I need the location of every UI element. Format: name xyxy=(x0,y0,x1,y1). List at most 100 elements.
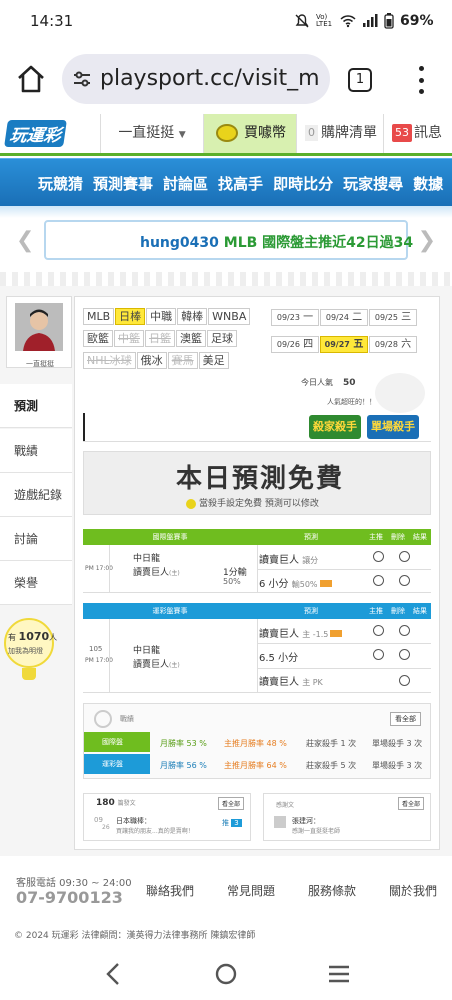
prediction-panel: MLB 日棒 中職 韓棒 WNBA 歐籃 中籃 日籃 澳籃 足球 NHL冰球 俄冰 賽馬 美足 09/23… xyxy=(74,296,440,850)
follower-count: 1070 xyxy=(18,630,50,643)
main-pick-radio[interactable] xyxy=(373,551,384,562)
ticker-prev-icon[interactable]: ❮ xyxy=(16,228,34,253)
footer-link-faq[interactable]: 常見問題 xyxy=(227,882,275,899)
site-settings-icon[interactable] xyxy=(72,69,92,89)
league-tag[interactable]: 美足 xyxy=(198,352,229,369)
recents-icon[interactable] xyxy=(328,964,350,984)
service-phone[interactable]: 07-9700123 xyxy=(16,888,123,907)
league-tag[interactable]: 澳籃 xyxy=(176,330,206,347)
view-all-button[interactable]: 看全部 xyxy=(398,797,425,810)
nav-item-predict[interactable]: 預測賽事 xyxy=(93,173,153,194)
home-icon[interactable] xyxy=(14,62,48,96)
status-icons: Vo) LTE1 69% xyxy=(294,13,434,29)
league-tag[interactable]: 俄冰 xyxy=(136,352,167,369)
delete-radio[interactable] xyxy=(399,675,410,686)
sidebar-item-honor[interactable]: 榮譽 xyxy=(0,561,72,605)
main-pick-radio[interactable] xyxy=(373,575,384,586)
league-tag[interactable]: 韓棒 xyxy=(177,308,208,325)
stats-cell: 單場殺手 3 次 xyxy=(372,739,423,748)
user-dropdown-label: 一直挺挺 xyxy=(118,125,175,141)
delete-radio[interactable] xyxy=(399,649,410,660)
league-tag[interactable]: 歐籃 xyxy=(83,330,113,347)
date-tab[interactable]: 09/26 四 xyxy=(271,336,319,353)
buy-coins-button[interactable]: 買噱幣 xyxy=(204,114,296,153)
league-tag[interactable]: 日棒 xyxy=(115,308,146,325)
target-icon xyxy=(94,710,112,728)
cart-button[interactable]: 0 購牌清單 xyxy=(296,114,384,153)
league-tag: 賽馬 xyxy=(167,352,198,369)
date-value: 09/24 xyxy=(325,313,349,322)
main-pick-radio[interactable] xyxy=(373,625,384,636)
col-header: 主推 xyxy=(369,607,383,615)
delete-radio[interactable] xyxy=(399,625,410,636)
stats-cell: 月勝率 56 % xyxy=(160,761,207,770)
browser-menu-icon[interactable] xyxy=(414,66,428,94)
league-tag[interactable]: MLB xyxy=(83,308,115,325)
view-all-button[interactable]: 看全部 xyxy=(390,712,421,726)
home-nav-icon[interactable] xyxy=(214,962,238,986)
weekday: 六 xyxy=(401,339,412,350)
stats-cell: 莊家殺手 5 次 xyxy=(306,761,357,770)
coin-icon xyxy=(216,124,238,142)
footer-link-terms[interactable]: 服務條款 xyxy=(308,882,356,899)
main-pick-radio[interactable] xyxy=(373,649,384,660)
league-tag[interactable]: 足球 xyxy=(207,330,237,347)
battery-icon xyxy=(384,13,394,29)
nav-item-player-search[interactable]: 玩家搜尋 xyxy=(343,173,403,194)
col-header: 刪除 xyxy=(391,607,405,615)
sidebar-item-predict[interactable]: 預測 xyxy=(0,384,72,428)
back-icon[interactable] xyxy=(104,962,122,986)
date-tab[interactable]: 09/23 一 xyxy=(271,309,319,326)
ticker-banner[interactable]: hung0430 MLB 國際盤主推近42日過34 xyxy=(44,220,413,260)
col-header: 主推 xyxy=(369,533,383,541)
date-value: 09/25 xyxy=(374,313,398,322)
delete-radio[interactable] xyxy=(399,575,410,586)
url-bar[interactable]: playsport.cc/visit_m xyxy=(62,54,330,104)
date-tab[interactable]: 09/28 六 xyxy=(369,336,417,353)
date-tab[interactable]: 09/24 二 xyxy=(320,309,368,326)
messages-button[interactable]: 53 訊息 xyxy=(384,114,452,153)
sidebar-item-game-log[interactable]: 遊戲紀錄 xyxy=(0,473,72,517)
follow-lamp[interactable]: 有 1070人 加我為明燈 xyxy=(4,618,57,688)
divider xyxy=(83,441,431,442)
col-header: 國際盤賽事 xyxy=(152,533,188,541)
nav-item-game[interactable]: 玩競猜 xyxy=(38,173,83,194)
ticker-next-icon[interactable]: ❯ xyxy=(418,228,436,253)
ticker-user[interactable]: hung0430 xyxy=(140,235,219,251)
post-title[interactable]: 日本職棒： xyxy=(116,816,151,826)
buy-coins-label: 買噱幣 xyxy=(244,125,286,141)
ticker-text[interactable]: MLB 國際盤主推近42日過34 xyxy=(224,235,413,251)
stats-row: 運彩盤 月勝率 56 % 主推月勝率 64 % 莊家殺手 5 次 單場殺手 3 … xyxy=(84,754,432,774)
date-tab[interactable]: 09/27 五 xyxy=(320,336,368,353)
table-row: PM 17:00 中日龍 讀賣巨人(主) 1分輸 50% 讀賣巨人 讓分 6 小… xyxy=(83,545,431,593)
pick-team: 讀賣巨人 xyxy=(259,629,299,640)
messages-label: 訊息 xyxy=(414,125,442,141)
tab-switcher-button[interactable]: 1 xyxy=(348,68,372,92)
delete-radio[interactable] xyxy=(399,551,410,562)
text-cursor[interactable] xyxy=(83,413,85,441)
site-logo[interactable]: 玩運彩 xyxy=(4,120,74,147)
avatar[interactable] xyxy=(15,303,63,351)
url-text[interactable]: playsport.cc/visit_m xyxy=(100,66,326,91)
date-tab[interactable]: 09/25 三 xyxy=(369,309,417,326)
nav-item-livescore[interactable]: 即時比分 xyxy=(273,173,333,194)
col-header: 結果 xyxy=(413,533,427,541)
post-desc: 買讓我的朋友...真的是賣啊！ xyxy=(116,828,194,835)
away-team: 中日龍 xyxy=(133,554,161,564)
nav-item-forum[interactable]: 討論區 xyxy=(163,173,208,194)
footer-link-contact[interactable]: 聯絡我們 xyxy=(146,882,194,899)
caret-down-icon: ▼ xyxy=(178,130,186,140)
sidebar-item-discussion[interactable]: 討論 xyxy=(0,517,72,561)
view-all-button[interactable]: 看全部 xyxy=(218,797,245,810)
sidebar-item-record[interactable]: 戰績 xyxy=(0,429,72,473)
thanks-author[interactable]: 張建河： xyxy=(292,816,320,826)
thanks-label: 感謝文 xyxy=(276,802,295,809)
league-tag[interactable]: 中職 xyxy=(146,308,177,325)
user-dropdown[interactable]: 一直挺挺 ▼ xyxy=(100,114,204,153)
footer-link-about[interactable]: 關於我們 xyxy=(389,882,437,899)
league-tag[interactable]: WNBA xyxy=(208,308,251,325)
nav-item-data[interactable]: 數據 xyxy=(413,173,443,194)
nav-item-experts[interactable]: 找高手 xyxy=(218,173,263,194)
game-number: 105 xyxy=(89,645,103,653)
divider xyxy=(0,272,452,286)
